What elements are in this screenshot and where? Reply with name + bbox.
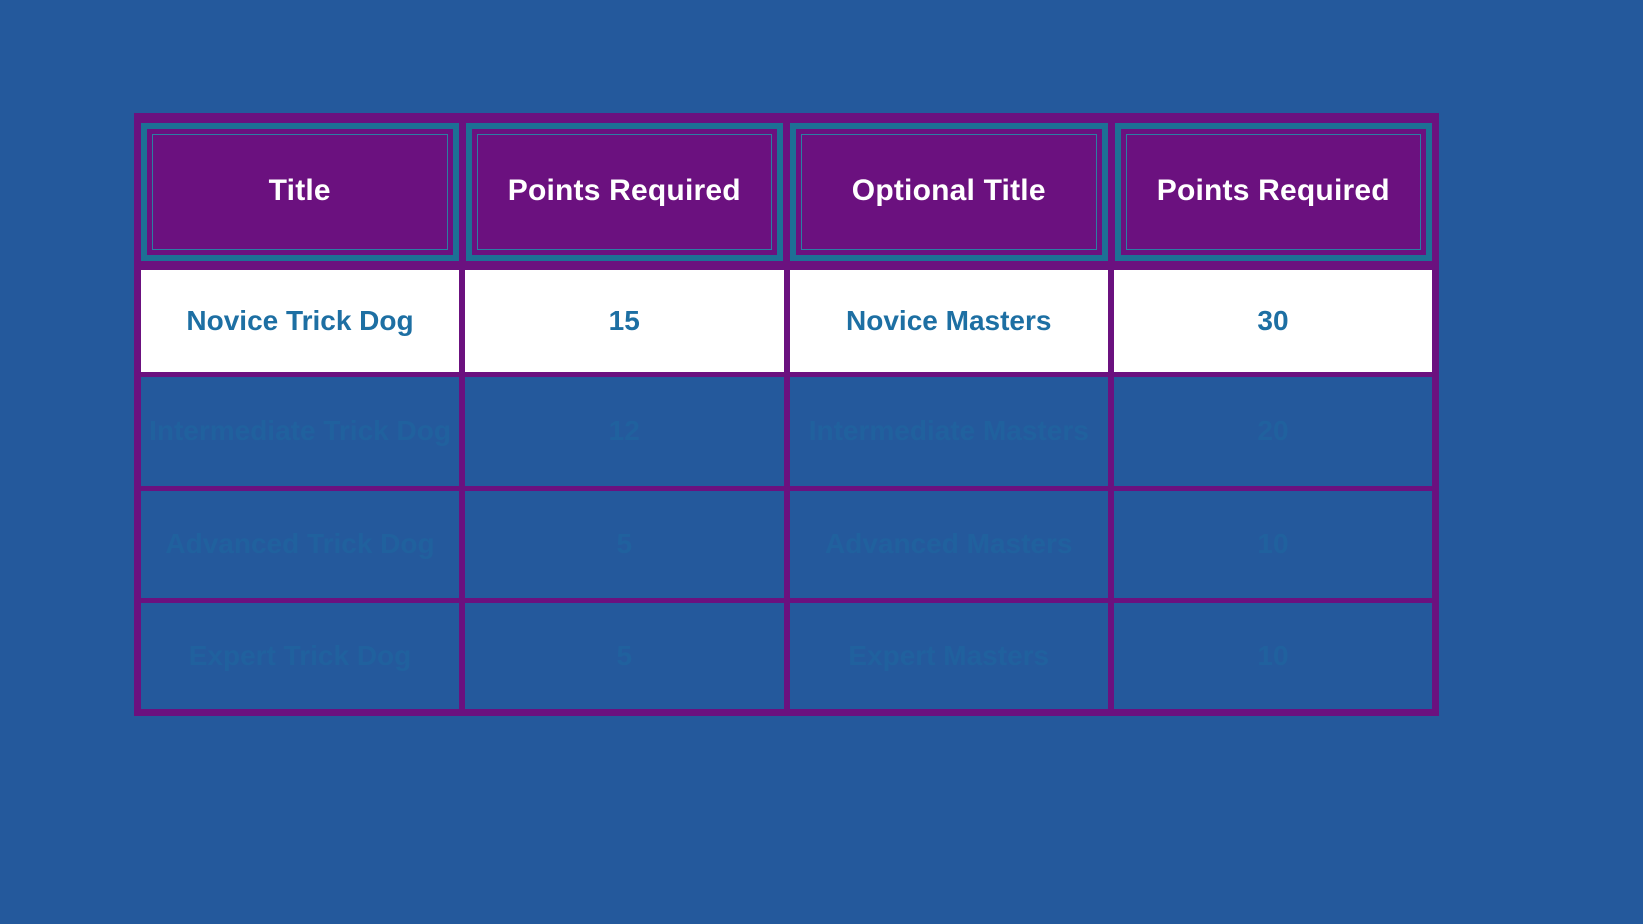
table-header: Title Points Required Optional Title Poi… <box>134 113 1439 270</box>
table-row: Expert Trick Dog 5 Expert Masters 10 <box>134 598 1439 713</box>
cell-value: 12 <box>608 415 640 447</box>
header-outer-frame: Points Required <box>465 122 783 261</box>
column-header-points-required-1: Points Required <box>458 113 790 270</box>
table-cell-optional-title: Novice Masters <box>783 264 1114 377</box>
cell-value: 15 <box>608 304 640 336</box>
cell-value: Advanced Trick Dog <box>165 528 435 560</box>
column-header-label: Optional Title <box>851 174 1046 208</box>
column-header-points-required-2: Points Required <box>1107 113 1439 270</box>
page-root: Title Points Required Optional Title Poi… <box>0 0 1643 924</box>
table-row: Novice Trick Dog 15 Novice Masters 30 <box>134 264 1439 377</box>
table-cell-optional-title: Advanced Masters <box>783 486 1114 601</box>
cell-value: Advanced Masters <box>825 528 1073 560</box>
table-cell-points-1: 15 <box>459 264 790 377</box>
table-cell-optional-title: Intermediate Masters <box>783 372 1114 489</box>
cell-value: 30 <box>1257 304 1289 336</box>
column-header-title: Title <box>134 113 466 270</box>
table-body: Novice Trick Dog 15 Novice Masters 30 In… <box>134 264 1439 713</box>
column-header-label: Points Required <box>507 174 741 208</box>
cell-value: 20 <box>1257 415 1289 447</box>
column-header-label: Title <box>268 174 331 208</box>
table-cell-points-1: 5 <box>459 486 790 601</box>
header-inner-frame: Points Required <box>476 133 772 250</box>
cell-value: 5 <box>616 639 633 671</box>
header-inner-frame: Optional Title <box>801 133 1097 250</box>
table-row: Intermediate Trick Dog 12 Intermediate M… <box>134 372 1439 489</box>
table-cell-points-2: 20 <box>1108 372 1439 489</box>
cell-value: 10 <box>1257 528 1289 560</box>
table-row: Advanced Trick Dog 5 Advanced Masters 10 <box>134 486 1439 601</box>
table-cell-points-1: 5 <box>459 598 790 713</box>
table-cell-title: Novice Trick Dog <box>134 264 465 377</box>
table-cell-points-2: 10 <box>1108 598 1439 713</box>
cell-value: Intermediate Masters <box>808 415 1089 447</box>
cell-value: 10 <box>1257 639 1289 671</box>
table-cell-points-1: 12 <box>459 372 790 489</box>
cell-value: Novice Masters <box>846 304 1052 336</box>
titles-table-container: Title Points Required Optional Title Poi… <box>134 113 1439 723</box>
table-cell-title: Intermediate Trick Dog <box>134 372 465 489</box>
header-outer-frame: Points Required <box>1114 122 1432 261</box>
header-inner-frame: Points Required <box>1125 133 1421 250</box>
cell-value: Novice Trick Dog <box>186 304 414 336</box>
column-header-label: Points Required <box>1156 174 1390 208</box>
cell-value: Expert Masters <box>848 639 1050 671</box>
cell-value: 5 <box>616 528 633 560</box>
header-inner-frame: Title <box>152 133 448 250</box>
column-header-optional-title: Optional Title <box>783 113 1115 270</box>
table-cell-title: Expert Trick Dog <box>134 598 465 713</box>
table-cell-title: Advanced Trick Dog <box>134 486 465 601</box>
cell-value: Intermediate Trick Dog <box>149 415 451 447</box>
cell-value: Expert Trick Dog <box>188 639 412 671</box>
header-outer-frame: Optional Title <box>790 122 1108 261</box>
header-outer-frame: Title <box>141 122 459 261</box>
table-header-row: Title Points Required Optional Title Poi… <box>134 113 1439 270</box>
table-cell-points-2: 30 <box>1108 264 1439 377</box>
table-cell-points-2: 10 <box>1108 486 1439 601</box>
table-cell-optional-title: Expert Masters <box>783 598 1114 713</box>
titles-table: Title Points Required Optional Title Poi… <box>134 113 1439 716</box>
